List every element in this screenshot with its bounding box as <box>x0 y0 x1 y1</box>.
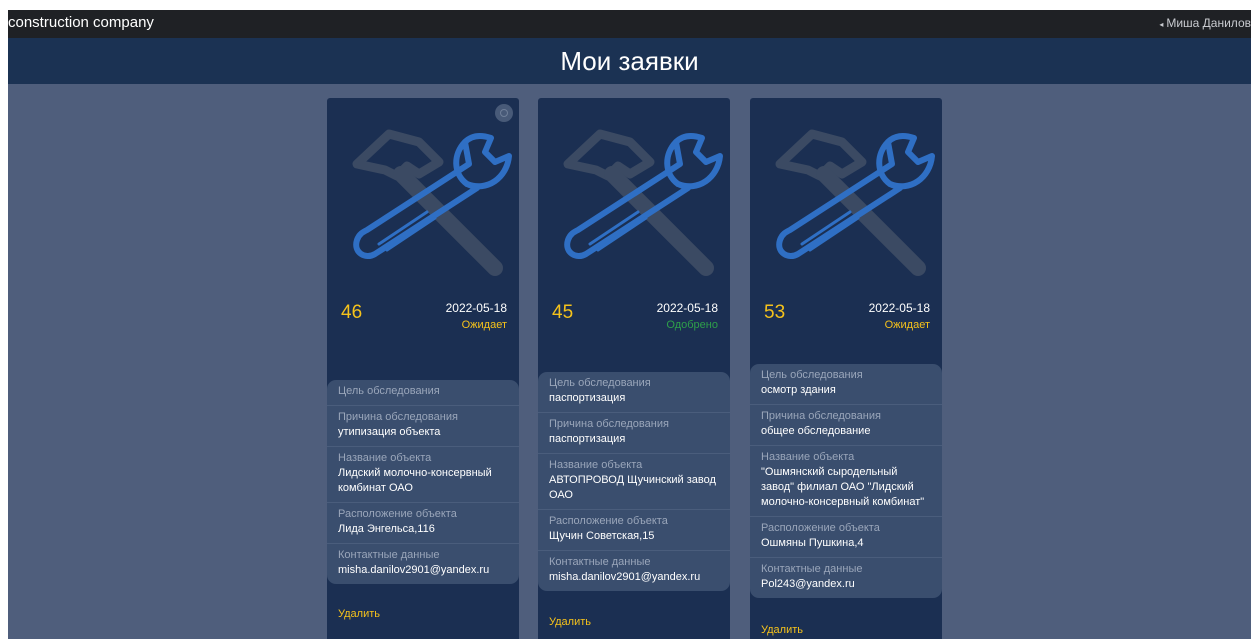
detail-label: Расположение объекта <box>761 522 880 534</box>
request-details: Цель обследования паспортизация Причина … <box>538 372 730 591</box>
brand-link[interactable]: construction company <box>8 14 154 31</box>
detail-location: Расположение объекта Лида Энгельса,116 <box>327 503 519 544</box>
detail-value: осмотр здания <box>761 384 836 396</box>
request-card: 53 2022-05-18 Ожидает Цель обследования … <box>750 98 942 639</box>
detail-value: misha.danilov2901@yandex.ru <box>338 564 490 576</box>
detail-label: Причина обследования <box>338 411 458 423</box>
user-name: Миша Данилов <box>1166 16 1251 30</box>
detail-value: паспортизация <box>549 433 626 445</box>
detail-value: Щучин Советская,15 <box>549 530 655 542</box>
detail-label: Расположение объекта <box>338 508 457 520</box>
status-badge: Ожидает <box>884 319 930 331</box>
detail-label: Причина обследования <box>549 418 669 430</box>
delete-link[interactable]: Удалить <box>338 608 380 620</box>
detail-label: Контактные данные <box>761 563 863 575</box>
detail-label: Цель обследования <box>338 385 440 397</box>
detail-location: Расположение объекта Ошмяны Пушкина,4 <box>750 517 942 558</box>
detail-label: Контактные данные <box>549 556 651 568</box>
request-date: 2022-05-18 <box>445 301 507 315</box>
detail-contacts: Контактные данные Pol243@yandex.ru <box>750 558 942 598</box>
request-number: 53 <box>764 302 786 323</box>
request-details: Цель обследования осмотр здания Причина … <box>750 364 942 598</box>
detail-object-name: Название объекта АВТОПРОВОД Щучинский за… <box>538 454 730 510</box>
caret-left-icon: ◂ <box>1159 20 1164 29</box>
detail-label: Причина обследования <box>761 410 881 422</box>
request-date: 2022-05-18 <box>656 301 718 315</box>
detail-reason: Причина обследования паспортизация <box>538 413 730 454</box>
top-navbar: construction company ◂ Миша Данилов <box>8 10 1251 38</box>
page-title: Мои заявки <box>560 46 699 76</box>
user-menu[interactable]: ◂ Миша Данилов <box>1159 16 1251 30</box>
detail-value: утипизация объекта <box>338 426 441 438</box>
status-badge: Одобрено <box>666 319 718 331</box>
request-card: 45 2022-05-18 Одобрено Цель обследования… <box>538 98 730 639</box>
detail-object-name: Название объекта Лидский молочно-консерв… <box>327 447 519 503</box>
detail-label: Название объекта <box>761 451 855 463</box>
detail-label: Расположение объекта <box>549 515 668 527</box>
detail-contacts: Контактные данные misha.danilov2901@yand… <box>327 544 519 584</box>
detail-purpose: Цель обследования паспортизация <box>538 372 730 413</box>
status-badge: Ожидает <box>461 319 507 331</box>
delete-link[interactable]: Удалить <box>761 624 803 636</box>
tools-icon <box>775 129 935 276</box>
request-date: 2022-05-18 <box>868 301 930 315</box>
request-number: 45 <box>552 302 574 323</box>
detail-value: misha.danilov2901@yandex.ru <box>549 571 701 583</box>
detail-object-name: Название объекта "Ошмянский сыродельный … <box>750 446 942 517</box>
request-number: 46 <box>341 302 363 323</box>
detail-value: общее обследование <box>761 425 871 437</box>
detail-label: Название объекта <box>549 459 643 471</box>
detail-label: Название объекта <box>338 452 432 464</box>
detail-value: Лидский молочно-консервный комбинат ОАО <box>338 467 492 494</box>
delete-link[interactable]: Удалить <box>549 616 591 628</box>
detail-contacts: Контактные данные misha.danilov2901@yand… <box>538 551 730 591</box>
detail-label: Контактные данные <box>338 549 440 561</box>
detail-value: АВТОПРОВОД Щучинский завод ОАО <box>549 474 716 501</box>
tools-icon <box>352 129 512 276</box>
request-details: Цель обследования Причина обследования у… <box>327 380 519 584</box>
page-header: Мои заявки <box>8 38 1251 84</box>
detail-purpose: Цель обследования осмотр здания <box>750 364 942 405</box>
detail-purpose: Цель обследования <box>327 380 519 406</box>
detail-value: паспортизация <box>549 392 626 404</box>
detail-reason: Причина обследования общее обследование <box>750 405 942 446</box>
detail-value: Лида Энгельса,116 <box>338 523 435 535</box>
tools-icon <box>563 129 723 276</box>
detail-location: Расположение объекта Щучин Советская,15 <box>538 510 730 551</box>
detail-label: Цель обследования <box>761 369 863 381</box>
app-screen: construction company ◂ Миша Данилов Мои з… <box>8 10 1251 639</box>
detail-value: Ошмяны Пушкина,4 <box>761 537 864 549</box>
detail-value: "Ошмянский сыродельный завод" филиал ОАО… <box>761 466 925 508</box>
detail-reason: Причина обследования утипизация объекта <box>327 406 519 447</box>
detail-label: Цель обследования <box>549 377 651 389</box>
request-card: 46 2022-05-18 Ожидает Цель обследования … <box>327 98 519 639</box>
detail-value: Pol243@yandex.ru <box>761 578 855 590</box>
